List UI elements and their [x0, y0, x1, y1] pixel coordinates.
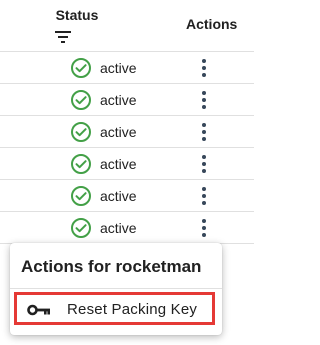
table-header: Status Actions [0, 0, 254, 52]
check-circle-icon [71, 90, 91, 110]
actions-menu: Actions for rocketman Reset Packing Key [10, 243, 222, 335]
table-row: active [0, 212, 254, 244]
more-actions-icon[interactable] [200, 89, 208, 111]
status-label: active [100, 220, 137, 236]
reset-packing-key-button[interactable]: Reset Packing Key [14, 292, 215, 325]
check-circle-icon [71, 186, 91, 206]
menu-title: Actions for rocketman [21, 257, 202, 276]
status-label: active [100, 188, 137, 204]
menu-divider [10, 288, 222, 289]
table-row: active [0, 84, 254, 116]
table-row: active [0, 180, 254, 212]
check-circle-icon [71, 154, 91, 174]
table-row: active [0, 148, 254, 180]
more-actions-icon[interactable] [200, 121, 208, 143]
menu-item-label: Reset Packing Key [67, 301, 198, 318]
more-actions-icon[interactable] [200, 217, 208, 239]
filter-icon[interactable] [55, 31, 71, 43]
more-actions-icon[interactable] [200, 153, 208, 175]
status-column-header[interactable]: Status [52, 7, 102, 23]
actions-column-header: Actions [186, 16, 238, 32]
table-row: active [0, 116, 254, 148]
more-actions-icon[interactable] [200, 57, 208, 79]
status-label: active [100, 60, 137, 76]
status-label: active [100, 156, 137, 172]
more-actions-icon[interactable] [200, 185, 208, 207]
table-row: active [0, 52, 254, 84]
check-circle-icon [71, 122, 91, 142]
status-label: active [100, 124, 137, 140]
check-circle-icon [71, 218, 91, 238]
check-circle-icon [71, 58, 91, 78]
key-icon [27, 304, 50, 316]
status-label: active [100, 92, 137, 108]
